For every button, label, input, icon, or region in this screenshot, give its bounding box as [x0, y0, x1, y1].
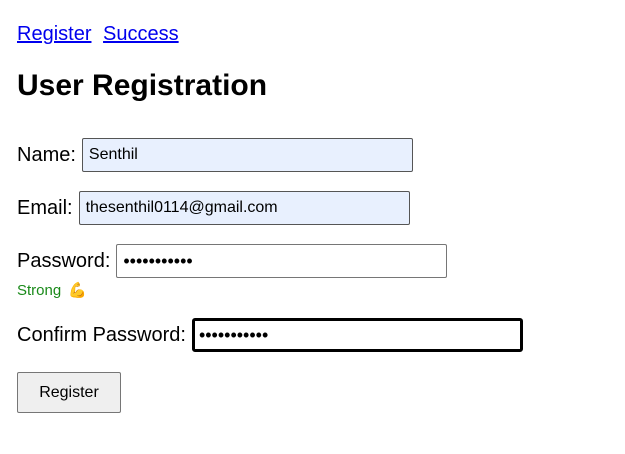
top-nav: Register Success — [17, 22, 179, 46]
password-row: Password: — [17, 244, 448, 278]
page-title: User Registration — [17, 69, 268, 102]
success-link[interactable]: Success — [103, 23, 179, 45]
name-field[interactable] — [81, 138, 413, 172]
confirm-password-row: Confirm Password: — [17, 318, 523, 352]
registration-page: Register Success User Registration Name:… — [0, 0, 625, 454]
confirm-password-label: Confirm Password: — [17, 324, 186, 346]
register-button[interactable]: Register — [17, 372, 121, 413]
password-label: Password: — [17, 250, 111, 272]
confirm-password-field[interactable] — [191, 318, 523, 352]
password-strength-text: Strong — [17, 282, 62, 299]
flexed-biceps-icon: 💪 — [68, 282, 87, 299]
password-strength-indicator: Strong 💪 — [17, 282, 87, 300]
password-field[interactable] — [116, 244, 448, 278]
email-row: Email: — [17, 191, 410, 225]
email-label: Email: — [17, 197, 73, 219]
name-row: Name: — [17, 138, 413, 172]
name-label: Name: — [17, 144, 76, 166]
email-field[interactable] — [78, 191, 410, 225]
register-link[interactable]: Register — [17, 23, 91, 45]
